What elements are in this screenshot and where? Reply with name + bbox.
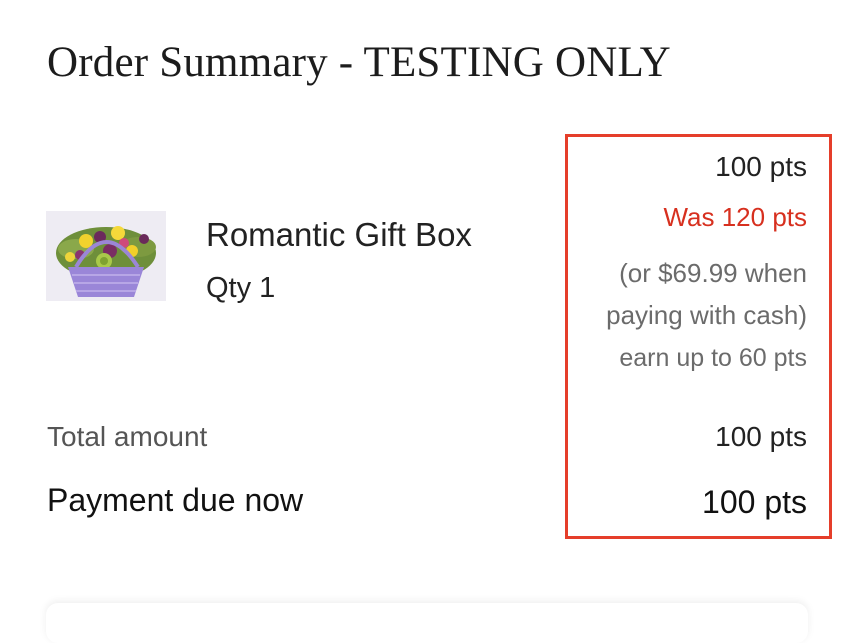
payment-due-label: Payment due now — [47, 482, 304, 518]
cash-price-line-1: (or $69.99 when — [619, 258, 807, 288]
price-highlight-box: 100 pts Was 120 pts (or $69.99 when payi… — [565, 134, 832, 539]
flower-basket-image — [46, 211, 166, 301]
total-amount-label: Total amount — [47, 421, 208, 452]
total-amount-value: 100 pts — [715, 421, 807, 452]
product-name: Romantic Gift Box — [206, 216, 472, 253]
product-thumbnail — [46, 211, 166, 301]
bottom-card — [46, 603, 808, 643]
product-quantity: Qty 1 — [206, 272, 276, 304]
item-was-price: Was 120 pts — [663, 202, 807, 232]
page-title: Order Summary - TESTING ONLY — [47, 39, 671, 86]
earn-points-note: earn up to 60 pts — [619, 344, 807, 372]
payment-due-value: 100 pts — [702, 484, 807, 520]
item-price: 100 pts — [715, 151, 807, 182]
cash-price-note: (or $69.99 when paying with cash) — [606, 252, 807, 336]
cash-price-line-2: paying with cash) — [606, 300, 807, 330]
